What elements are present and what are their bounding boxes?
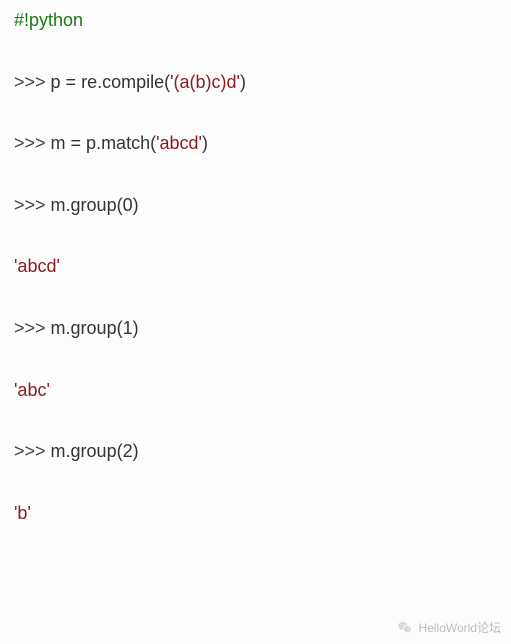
- code-text: p = re.compile(: [51, 72, 171, 92]
- blank-gap: [14, 401, 497, 441]
- result-text: 'abcd': [14, 256, 60, 276]
- repl-prompt: >>>: [14, 133, 51, 153]
- blank-gap: [14, 93, 497, 133]
- result-text: 'abc': [14, 380, 50, 400]
- result-line: 'abcd': [14, 256, 497, 278]
- shebang-line: #!python: [14, 10, 497, 32]
- code-text: m.group(0): [51, 195, 139, 215]
- code-text: m.group(2): [51, 441, 139, 461]
- repl-prompt: >>>: [14, 72, 51, 92]
- repl-prompt: >>>: [14, 318, 51, 338]
- blank-gap: [14, 216, 497, 256]
- code-line: >>> m.group(0): [14, 195, 497, 217]
- repl-prompt: >>>: [14, 195, 51, 215]
- blank-gap: [14, 340, 497, 380]
- code-line: >>> m.group(2): [14, 441, 497, 463]
- shebang-text: #!python: [14, 10, 83, 30]
- code-block: #!python >>> p = re.compile('(a(b)c)d') …: [0, 0, 511, 644]
- code-line: >>> m = p.match('abcd'): [14, 133, 497, 155]
- result-line: 'b': [14, 503, 497, 525]
- wechat-icon: [397, 620, 413, 636]
- code-text: ): [240, 72, 246, 92]
- blank-gap: [14, 32, 497, 72]
- code-line: >>> p = re.compile('(a(b)c)d'): [14, 72, 497, 94]
- string-literal: 'abcd': [156, 133, 202, 153]
- blank-gap: [14, 463, 497, 503]
- watermark-text: HelloWorld论坛: [419, 621, 501, 635]
- result-text: 'b': [14, 503, 31, 523]
- blank-gap: [14, 155, 497, 195]
- result-line: 'abc': [14, 380, 497, 402]
- code-text: m = p.match(: [51, 133, 157, 153]
- string-literal: '(a(b)c)d': [170, 72, 240, 92]
- watermark: HelloWorld论坛: [397, 620, 501, 636]
- code-line: >>> m.group(1): [14, 318, 497, 340]
- repl-prompt: >>>: [14, 441, 51, 461]
- code-text: m.group(1): [51, 318, 139, 338]
- blank-gap: [14, 278, 497, 318]
- code-text: ): [202, 133, 208, 153]
